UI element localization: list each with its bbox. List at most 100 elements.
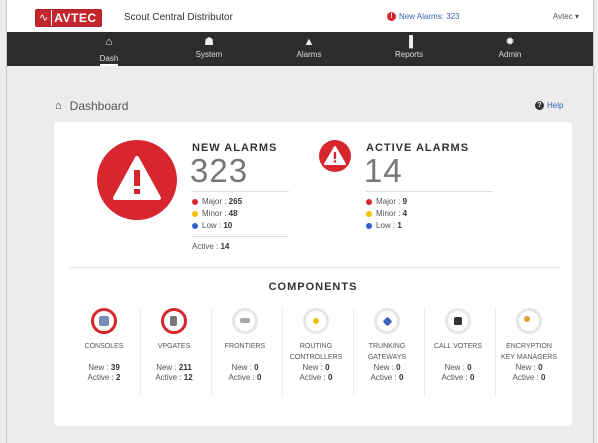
bar-chart-icon: ▐ bbox=[405, 36, 413, 48]
new-alarms-low: Low : 10 bbox=[192, 221, 232, 230]
component-active: Active : 0 bbox=[441, 373, 475, 382]
new-alarms-warning-icon bbox=[97, 140, 177, 220]
active-alarms-major: Major : 9 bbox=[366, 197, 407, 206]
component-active: Active : 0 bbox=[228, 373, 262, 382]
component-new: New : 0 bbox=[444, 363, 472, 372]
minor-dot bbox=[366, 210, 372, 217]
component-call-voters[interactable]: CALL VOTERS New : 0 Active : 0 bbox=[423, 308, 493, 383]
logo-text: AVTEC bbox=[51, 10, 101, 26]
component-frontiers[interactable]: FRONTIERS New : 0 Active : 0 bbox=[210, 308, 280, 383]
component-vpgates[interactable]: VPGATES New : 211 Active : 12 bbox=[139, 308, 209, 383]
major-dot bbox=[192, 198, 198, 205]
key-icon bbox=[516, 308, 542, 334]
active-alarms-low: Low : 1 bbox=[366, 221, 402, 230]
component-name: FRONTIERS bbox=[224, 343, 266, 350]
home-icon: ⌂ bbox=[105, 36, 113, 48]
major-value: 265 bbox=[228, 197, 243, 206]
distributor-name: Scout Central Distributor bbox=[124, 12, 233, 23]
avtec-logo[interactable]: ∿ AVTEC bbox=[35, 9, 102, 27]
alert-icon: ! bbox=[387, 12, 396, 21]
component-name: ROUTING CONTROLLERS bbox=[289, 343, 343, 361]
major-dot bbox=[366, 198, 372, 205]
nav-system-label: System bbox=[195, 50, 223, 59]
component-new: New : 0 bbox=[373, 363, 401, 372]
component-active: Active : 12 bbox=[155, 373, 193, 382]
low-dot bbox=[192, 222, 198, 229]
major-value: 9 bbox=[402, 197, 408, 206]
main-nav: ⌂ Dash ☗ System ▲ Alarms ▐ Reports ✹ Adm… bbox=[7, 32, 593, 66]
component-encryption-key-managers[interactable]: ENCRYPTION KEY MANAGERS New : 0 Active : … bbox=[494, 308, 564, 383]
new-alarms-link[interactable]: ! New Alarms: 323 bbox=[387, 12, 459, 21]
component-name: CONSOLES bbox=[84, 343, 124, 350]
component-name: CALL VOTERS bbox=[434, 343, 482, 350]
new-alarms-minor: Minor : 48 bbox=[192, 209, 238, 218]
component-active: Active : 0 bbox=[512, 373, 546, 382]
component-active: Active : 2 bbox=[87, 373, 121, 382]
nav-system[interactable]: ☗ System bbox=[179, 36, 239, 59]
warning-icon: ▲ bbox=[303, 36, 315, 48]
trunking-icon bbox=[374, 308, 400, 334]
vpgate-icon bbox=[161, 308, 187, 334]
minor-value: 4 bbox=[402, 209, 408, 218]
home-icon: ⌂ bbox=[55, 100, 62, 112]
gear-icon: ✹ bbox=[505, 36, 515, 48]
low-value: 10 bbox=[223, 221, 233, 230]
dashboard-card: NEW ALARMS 323 Major : 265 Minor : 48 Lo… bbox=[54, 122, 572, 426]
component-consoles[interactable]: CONSOLES New : 39 Active : 2 bbox=[69, 308, 139, 383]
routing-icon bbox=[303, 308, 329, 334]
user-menu[interactable]: Avtec ▾ bbox=[553, 12, 579, 21]
component-new: New : 0 bbox=[515, 363, 543, 372]
app-frame: ∿ AVTEC Scout Central Distributor ! New … bbox=[6, 0, 594, 443]
nav-alarms[interactable]: ▲ Alarms bbox=[279, 36, 339, 59]
low-dot bbox=[366, 222, 372, 229]
component-new: New : 39 bbox=[88, 363, 120, 372]
component-routing-controllers[interactable]: ROUTING CONTROLLERS New : 0 Active : 0 bbox=[281, 308, 351, 383]
nav-admin[interactable]: ✹ Admin bbox=[480, 36, 540, 59]
new-alarms-rule-2 bbox=[192, 236, 289, 237]
active-value: 14 bbox=[220, 242, 230, 251]
new-alarms-active: Active : 14 bbox=[192, 242, 229, 251]
page-title-text: Dashboard bbox=[69, 99, 129, 113]
section-divider bbox=[69, 267, 561, 268]
component-new: New : 211 bbox=[156, 363, 192, 372]
help-label: Help bbox=[547, 101, 564, 110]
minor-label: Minor : bbox=[202, 209, 229, 218]
components-title: COMPONENTS bbox=[268, 281, 358, 293]
component-name: VPGATES bbox=[157, 343, 191, 350]
component-active: Active : 0 bbox=[370, 373, 404, 382]
new-alarms-link-label: New Alarms: 323 bbox=[399, 12, 460, 21]
active-alarms-minor: Minor : 4 bbox=[366, 209, 407, 218]
component-active: Active : 0 bbox=[299, 373, 333, 382]
active-alarms-warning-icon bbox=[319, 140, 351, 172]
page-title: ⌂ Dashboard bbox=[55, 99, 128, 113]
help-link[interactable]: ? Help bbox=[535, 101, 563, 110]
component-name: ENCRYPTION KEY MANAGERS bbox=[501, 343, 557, 361]
minor-label: Minor : bbox=[376, 209, 403, 218]
thumbs-up-icon bbox=[445, 308, 471, 334]
component-new: New : 0 bbox=[231, 363, 259, 372]
major-label: Major : bbox=[376, 197, 403, 206]
console-icon bbox=[91, 308, 117, 334]
nav-alarms-label: Alarms bbox=[296, 50, 322, 59]
help-icon: ? bbox=[535, 101, 544, 110]
component-name: TRUNKING GATEWAYS bbox=[367, 343, 407, 361]
minor-value: 48 bbox=[228, 209, 238, 218]
minor-dot bbox=[192, 210, 198, 217]
nav-admin-label: Admin bbox=[498, 50, 522, 59]
component-trunking-gateways[interactable]: TRUNKING GATEWAYS New : 0 Active : 0 bbox=[352, 308, 422, 383]
nav-dash[interactable]: ⌂ Dash bbox=[79, 36, 139, 66]
component-new: New : 0 bbox=[302, 363, 330, 372]
nav-reports[interactable]: ▐ Reports bbox=[379, 36, 439, 59]
nav-dash-label: Dash bbox=[99, 54, 119, 66]
major-label: Major : bbox=[202, 197, 229, 206]
new-alarms-count[interactable]: 323 bbox=[190, 152, 248, 190]
active-alarms-count[interactable]: 14 bbox=[364, 152, 403, 190]
low-label: Low : bbox=[376, 221, 398, 230]
logo-wave-icon: ∿ bbox=[36, 10, 52, 26]
nav-reports-label: Reports bbox=[394, 50, 423, 59]
active-label: Active : bbox=[192, 242, 221, 251]
top-bar: ∿ AVTEC Scout Central Distributor ! New … bbox=[7, 0, 593, 33]
low-value: 1 bbox=[397, 221, 402, 230]
active-alarms-rule bbox=[366, 191, 493, 192]
new-alarms-major: Major : 265 bbox=[192, 197, 242, 206]
